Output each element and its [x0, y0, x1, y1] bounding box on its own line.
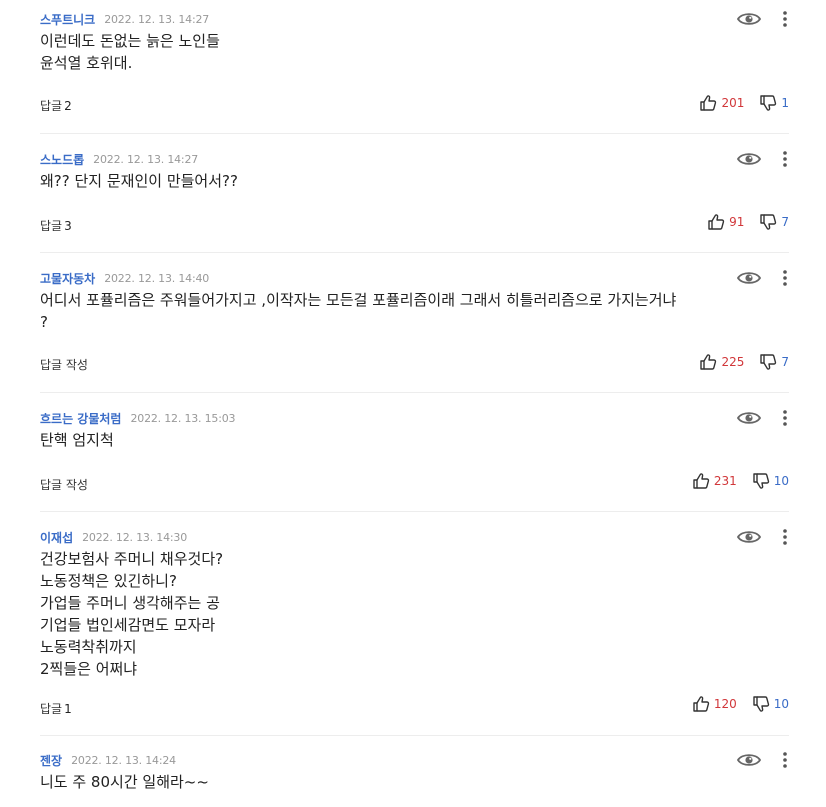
dislike-button[interactable]: 10 [752, 472, 789, 490]
thumbs-up-icon [707, 213, 725, 231]
comment-meta: 젠장 2022. 12. 13. 14:24 [40, 752, 176, 768]
vote-controls: 231 10 [692, 472, 789, 490]
reply-count: 3 [64, 219, 72, 233]
comment-meta: 이재섭 2022. 12. 13. 14:30 [40, 529, 187, 545]
comment-meta: 스노드롭 2022. 12. 13. 14:27 [40, 151, 198, 167]
reply-write-button[interactable]: 답글 작성 [40, 356, 88, 373]
reply-count: 1 [64, 702, 72, 716]
reply-label: 답글 작성 [40, 478, 88, 492]
reply-label: 답글 작성 [40, 358, 88, 372]
comment-nickname[interactable]: 젠장 [40, 752, 62, 769]
comment-nickname[interactable]: 스노드롭 [40, 151, 84, 168]
like-button[interactable]: 120 [692, 695, 737, 713]
comment-date: 2022. 12. 13. 14:27 [93, 152, 199, 166]
comment-meta: 흐르는 강물처럼 2022. 12. 13. 15:03 [40, 410, 236, 427]
reply-button[interactable]: 답글 3 [40, 217, 72, 234]
comment-item: 스노드롭 2022. 12. 13. 14:27 왜?? 단지 문재인이 만들어… [40, 151, 789, 241]
comment-divider [40, 511, 789, 512]
eye-icon[interactable] [737, 752, 761, 768]
reply-label: 답글 [40, 99, 63, 113]
like-button[interactable]: 91 [707, 213, 744, 231]
comment-date: 2022. 12. 13. 14:40 [104, 271, 210, 285]
eye-icon[interactable] [737, 410, 761, 426]
comment-divider [40, 252, 789, 253]
like-button[interactable]: 225 [699, 353, 744, 371]
vote-controls: 91 7 [707, 213, 789, 231]
comment-nickname[interactable]: 이재섭 [40, 529, 73, 546]
kebab-menu-icon[interactable] [778, 10, 792, 28]
comment-item: 이재섭 2022. 12. 13. 14:30 건강보험사 주머니 채우것다? … [40, 529, 789, 724]
comment-date: 2022. 12. 13. 14:24 [71, 753, 176, 767]
vote-controls: 120 10 [692, 695, 789, 713]
eye-icon[interactable] [737, 11, 761, 27]
comment-nickname[interactable]: 흐르는 강물처럼 [40, 410, 121, 427]
vote-controls: 225 7 [699, 353, 789, 371]
eye-icon[interactable] [737, 151, 761, 167]
comment-text: 왜?? 단지 문재인이 만들어서?? [40, 172, 238, 190]
comment-divider [40, 133, 789, 134]
comment-divider [40, 392, 789, 393]
dislike-button[interactable]: 7 [759, 353, 789, 371]
dislike-button[interactable]: 1 [759, 94, 789, 112]
comment-date: 2022. 12. 13. 15:03 [130, 411, 236, 425]
comment-text: 어디서 포퓰리즘은 주워들어가지고 ,이작자는 모든걸 포퓰리즘이래 그래서 히… [40, 291, 677, 331]
dislike-count: 10 [773, 697, 789, 711]
thumbs-down-icon [752, 695, 770, 713]
comment-date: 2022. 12. 13. 14:30 [82, 530, 187, 544]
comment-text: 건강보험사 주머니 채우것다? 노동정책은 있긴하니? 가업들 주머니 생각해주… [40, 550, 224, 678]
thumbs-up-icon [699, 353, 717, 371]
comment-text: 이런데도 돈없는 늙은 노인들 윤석열 호위대. [40, 32, 220, 72]
thumbs-up-icon [692, 695, 710, 713]
dislike-button[interactable]: 7 [759, 213, 789, 231]
comment-nickname[interactable]: 스푸트니크 [40, 11, 95, 28]
kebab-menu-icon[interactable] [778, 150, 792, 168]
reply-count: 2 [64, 99, 72, 113]
comment-divider [40, 735, 789, 736]
reply-button[interactable]: 답글 2 [40, 97, 72, 114]
thumbs-up-icon [692, 472, 710, 490]
eye-icon[interactable] [737, 270, 761, 286]
dislike-count: 7 [781, 355, 789, 369]
comment-date: 2022. 12. 13. 14:27 [104, 12, 210, 26]
thumbs-down-icon [752, 472, 770, 490]
comment-item: 흐르는 강물처럼 2022. 12. 13. 15:03 탄핵 엄지척 답글 작… [40, 410, 789, 500]
dislike-count: 7 [781, 215, 789, 229]
kebab-menu-icon[interactable] [778, 269, 792, 287]
comment-text: 니도 주 80시간 일해라~~ [40, 773, 209, 791]
like-button[interactable]: 231 [692, 472, 737, 490]
comment-item: 스푸트니크 2022. 12. 13. 14:27 이런데도 돈없는 늙은 노인… [40, 11, 789, 121]
like-count: 120 [713, 697, 737, 711]
reply-label: 답글 [40, 702, 63, 716]
dislike-count: 10 [773, 474, 789, 488]
comment-item: 고물자동차 2022. 12. 13. 14:40 어디서 포퓰리즘은 주워들어… [40, 270, 789, 380]
comment-meta: 스푸트니크 2022. 12. 13. 14:27 [40, 11, 209, 27]
like-count: 225 [721, 355, 745, 369]
like-count: 91 [729, 215, 745, 229]
comment-nickname[interactable]: 고물자동차 [40, 270, 95, 287]
comment-meta: 고물자동차 2022. 12. 13. 14:40 [40, 270, 209, 286]
kebab-menu-icon[interactable] [778, 409, 792, 427]
reply-write-button[interactable]: 답글 작성 [40, 476, 88, 493]
like-count: 201 [721, 96, 745, 110]
vote-controls: 201 1 [699, 94, 789, 112]
comment-item: 젠장 2022. 12. 13. 14:24 니도 주 80시간 일해라~~ [40, 752, 789, 807]
dislike-count: 1 [781, 96, 789, 110]
thumbs-down-icon [759, 94, 777, 112]
comment-text: 탄핵 엄지척 [40, 431, 114, 449]
reply-label: 답글 [40, 219, 63, 233]
kebab-menu-icon[interactable] [778, 528, 792, 546]
thumbs-down-icon [759, 353, 777, 371]
thumbs-up-icon [699, 94, 717, 112]
like-button[interactable]: 201 [699, 94, 744, 112]
eye-icon[interactable] [737, 529, 761, 545]
kebab-menu-icon[interactable] [778, 751, 792, 769]
thumbs-down-icon [759, 213, 777, 231]
like-count: 231 [713, 474, 737, 488]
dislike-button[interactable]: 10 [752, 695, 789, 713]
reply-button[interactable]: 답글 1 [40, 700, 72, 717]
